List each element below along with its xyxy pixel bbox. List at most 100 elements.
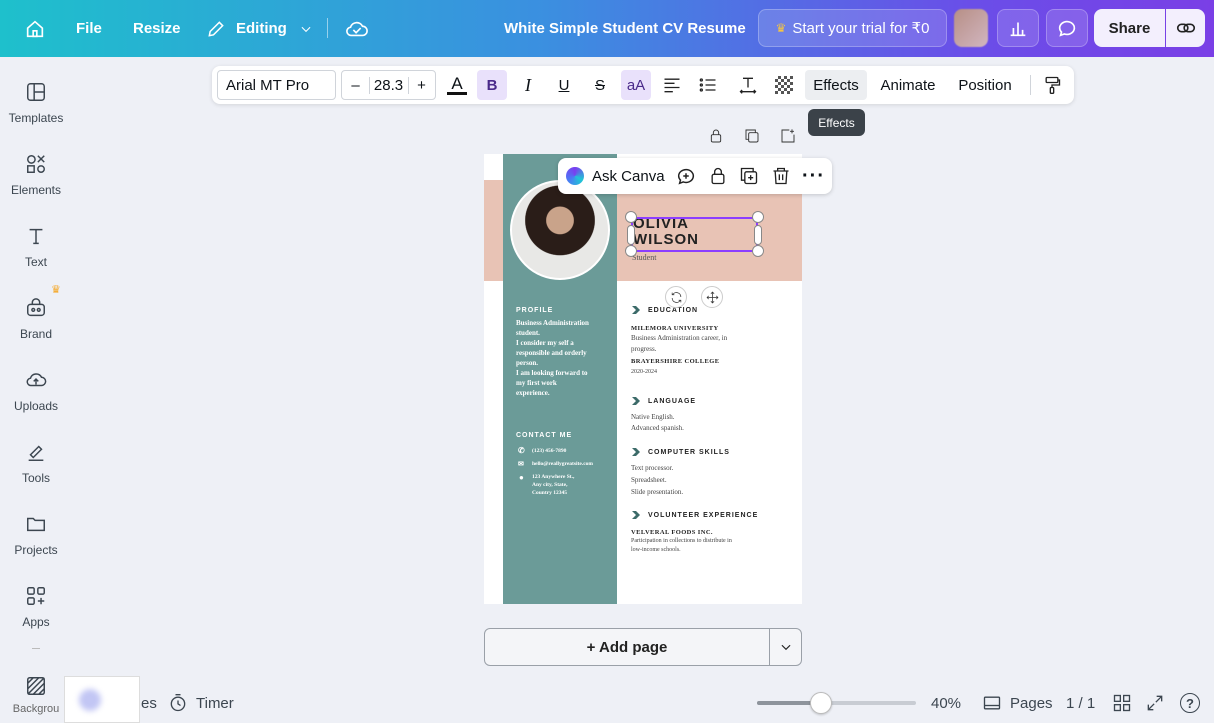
bar-chart-icon — [1010, 22, 1026, 37]
add-comment-button[interactable] — [675, 164, 697, 188]
fullscreen-button[interactable] — [1145, 688, 1165, 718]
align-button[interactable] — [658, 70, 686, 100]
contact-address[interactable]: 123 Anywhere St., Any city, State, Count… — [532, 473, 574, 497]
add-page-dropdown[interactable] — [770, 629, 802, 665]
more-options-icon[interactable]: ··· — [802, 164, 825, 188]
link-icon — [1176, 23, 1195, 33]
list-button[interactable] — [694, 70, 722, 100]
effects-button[interactable]: Effects — [805, 70, 867, 100]
resize-handle-right[interactable] — [754, 225, 762, 245]
grid-view-button[interactable] — [1112, 688, 1132, 718]
sidebar-item-tools[interactable]: Tools — [0, 429, 72, 493]
contact-phone[interactable]: (123) 456-7890 — [532, 446, 566, 456]
underline-button[interactable]: U — [550, 70, 578, 100]
pages-button[interactable]: Pages — [982, 688, 1053, 718]
animate-button[interactable]: Animate — [876, 70, 940, 100]
spacing-button[interactable] — [734, 70, 762, 100]
editing-mode-button[interactable]: Editing — [206, 0, 313, 57]
sidebar-item-text[interactable]: Text — [0, 213, 72, 277]
resize-handle-top-left[interactable] — [625, 211, 637, 223]
move-handle[interactable] — [701, 286, 723, 308]
zoom-level[interactable]: 40% — [931, 688, 961, 718]
cloud-check-icon — [346, 21, 368, 36]
education-years-2[interactable]: 2020-2024 — [631, 367, 657, 378]
home-button[interactable] — [24, 0, 46, 57]
start-trial-button[interactable]: ♛ Start your trial for ₹0 — [758, 9, 947, 47]
comments-button[interactable] — [1046, 9, 1088, 47]
language-heading[interactable]: LANGUAGE — [632, 397, 696, 405]
sidebar-item-label: Tools — [21, 471, 50, 485]
sidebar-item-uploads[interactable]: Uploads — [0, 357, 72, 421]
sidebar-item-brand[interactable]: Brand ♛ — [0, 284, 72, 349]
transparency-button[interactable] — [770, 70, 798, 100]
skills-list[interactable]: Text processor. Spreadsheet. Slide prese… — [631, 462, 683, 498]
add-page-button[interactable]: + Add page — [485, 629, 769, 665]
font-size-stepper: – 28.3 + — [341, 70, 436, 100]
font-family-select[interactable]: Arial MT Pro — [217, 70, 336, 100]
sidebar-item-label: Elements — [10, 183, 62, 197]
avatar[interactable] — [954, 9, 988, 47]
resize-handle-left[interactable] — [627, 225, 635, 245]
language-list[interactable]: Native English. Advanced spanish. — [631, 412, 684, 433]
notes-button[interactable]: es — [141, 688, 157, 718]
skills-heading[interactable]: COMPUTER SKILLS — [632, 448, 730, 456]
help-button[interactable]: ? — [1180, 688, 1200, 718]
zoom-slider-thumb[interactable] — [810, 692, 832, 714]
add-page-icon-button[interactable] — [777, 125, 799, 147]
bold-button[interactable]: B — [477, 70, 507, 100]
duplicate-page-button[interactable] — [741, 125, 763, 147]
volunteer-heading[interactable]: VOLUNTEER EXPERIENCE — [632, 511, 758, 519]
sidebar-item-background[interactable]: Backgrou — [0, 661, 72, 723]
education-desc-1[interactable]: Business Administration career, in progr… — [631, 333, 727, 354]
text-color-button[interactable]: A — [444, 70, 470, 100]
volunteer-desc[interactable]: Participation in collections to distribu… — [631, 537, 732, 555]
delete-element-button[interactable] — [771, 164, 791, 188]
add-page-icon — [781, 129, 795, 143]
sidebar-item-apps[interactable]: Apps — [0, 573, 72, 637]
comment-icon — [1058, 20, 1076, 37]
sidebar-item-elements[interactable]: Elements — [0, 141, 72, 205]
cloud-save-button[interactable] — [345, 0, 369, 57]
education-heading[interactable]: EDUCATION — [632, 306, 698, 314]
ask-canva-button[interactable]: Ask Canva — [566, 164, 665, 188]
position-button[interactable]: Position — [953, 70, 1017, 100]
font-family-value: Arial MT Pro — [226, 76, 310, 94]
volunteer-org[interactable]: VELVERAL FOODS INC. — [631, 529, 713, 536]
rotate-handle[interactable] — [665, 286, 687, 308]
lock-page-button[interactable] — [705, 125, 727, 147]
share-button[interactable]: Share — [1094, 9, 1165, 47]
resize-button[interactable]: Resize — [133, 0, 181, 57]
letter-case-button[interactable]: aA — [621, 70, 651, 100]
zoom-slider[interactable] — [757, 692, 916, 714]
canva-assistant-icon — [566, 167, 584, 185]
font-size-decrease-button[interactable]: – — [343, 77, 369, 94]
font-size-increase-button[interactable]: + — [409, 77, 435, 94]
comment-plus-icon — [677, 168, 694, 185]
strikethrough-button[interactable]: S — [586, 70, 614, 100]
copy-link-button[interactable] — [1166, 9, 1205, 47]
resize-handle-top-right[interactable] — [752, 211, 764, 223]
lock-element-button[interactable] — [708, 164, 728, 188]
sidebar-item-projects[interactable]: Projects — [0, 501, 72, 565]
education-school-2[interactable]: BRAYERSHIRE COLLEGE — [631, 358, 719, 365]
insights-button[interactable] — [997, 9, 1039, 47]
duplicate-element-button[interactable] — [739, 164, 759, 188]
sidebar-item-templates[interactable]: Templates — [0, 69, 72, 133]
profile-photo[interactable] — [510, 180, 610, 280]
font-size-input[interactable]: 28.3 — [368, 76, 409, 94]
italic-button[interactable]: I — [514, 70, 542, 100]
paint-roller-icon — [1045, 76, 1061, 94]
file-menu[interactable]: File — [76, 0, 102, 57]
background-icon — [25, 675, 47, 697]
contact-heading[interactable]: CONTACT ME — [516, 432, 572, 439]
resize-handle-bottom-right[interactable] — [752, 245, 764, 257]
resize-handle-bottom-left[interactable] — [625, 245, 637, 257]
document-title[interactable]: White Simple Student CV Resume — [504, 0, 746, 57]
profile-text[interactable]: Business Administration student. I consi… — [516, 318, 608, 398]
education-school-1[interactable]: MILEMORA UNIVERSITY — [631, 325, 719, 332]
page-count[interactable]: 1 / 1 — [1066, 688, 1095, 718]
timer-button[interactable]: Timer — [168, 688, 234, 718]
contact-email[interactable]: hello@reallygreatsite.com — [532, 459, 593, 469]
profile-heading[interactable]: PROFILE — [516, 307, 553, 314]
copy-style-button[interactable] — [1040, 70, 1064, 100]
